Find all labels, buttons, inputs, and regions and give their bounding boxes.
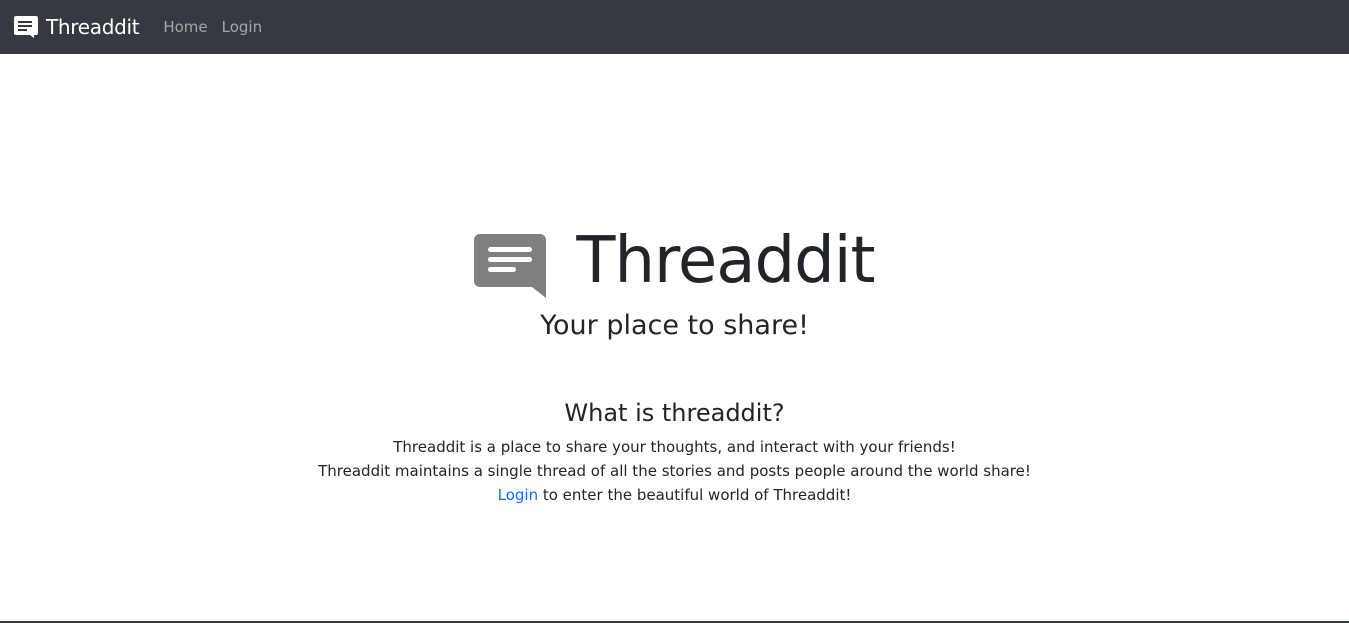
brand-name: Threaddit xyxy=(46,15,140,39)
chat-message-icon xyxy=(14,15,38,39)
about-line-3: Login to enter the beautiful world of Th… xyxy=(0,483,1349,507)
about-line-1: Threaddit is a place to share your thoug… xyxy=(393,438,956,456)
nav-link-login[interactable]: Login xyxy=(222,18,262,36)
about-body: Threaddit is a place to share your thoug… xyxy=(0,435,1349,507)
hero-title: Threaddit xyxy=(576,224,875,298)
brand-link[interactable]: Threaddit xyxy=(14,15,140,39)
main-content: Threaddit Your place to share! What is t… xyxy=(0,54,1349,621)
about-line-3-text: to enter the beautiful world of Threaddi… xyxy=(538,486,852,504)
hero-title-row: Threaddit xyxy=(0,220,1349,302)
top-navbar: Threaddit Home Login xyxy=(0,0,1349,54)
nav-links: Home Login xyxy=(155,18,268,36)
nav-link-home[interactable]: Home xyxy=(163,18,207,36)
hero-tagline: Your place to share! xyxy=(540,310,809,341)
login-link[interactable]: Login xyxy=(498,486,538,504)
chat-message-icon xyxy=(474,230,548,302)
about-heading: What is threaddit? xyxy=(564,399,785,427)
about-line-2: Threaddit maintains a single thread of a… xyxy=(318,462,1031,480)
